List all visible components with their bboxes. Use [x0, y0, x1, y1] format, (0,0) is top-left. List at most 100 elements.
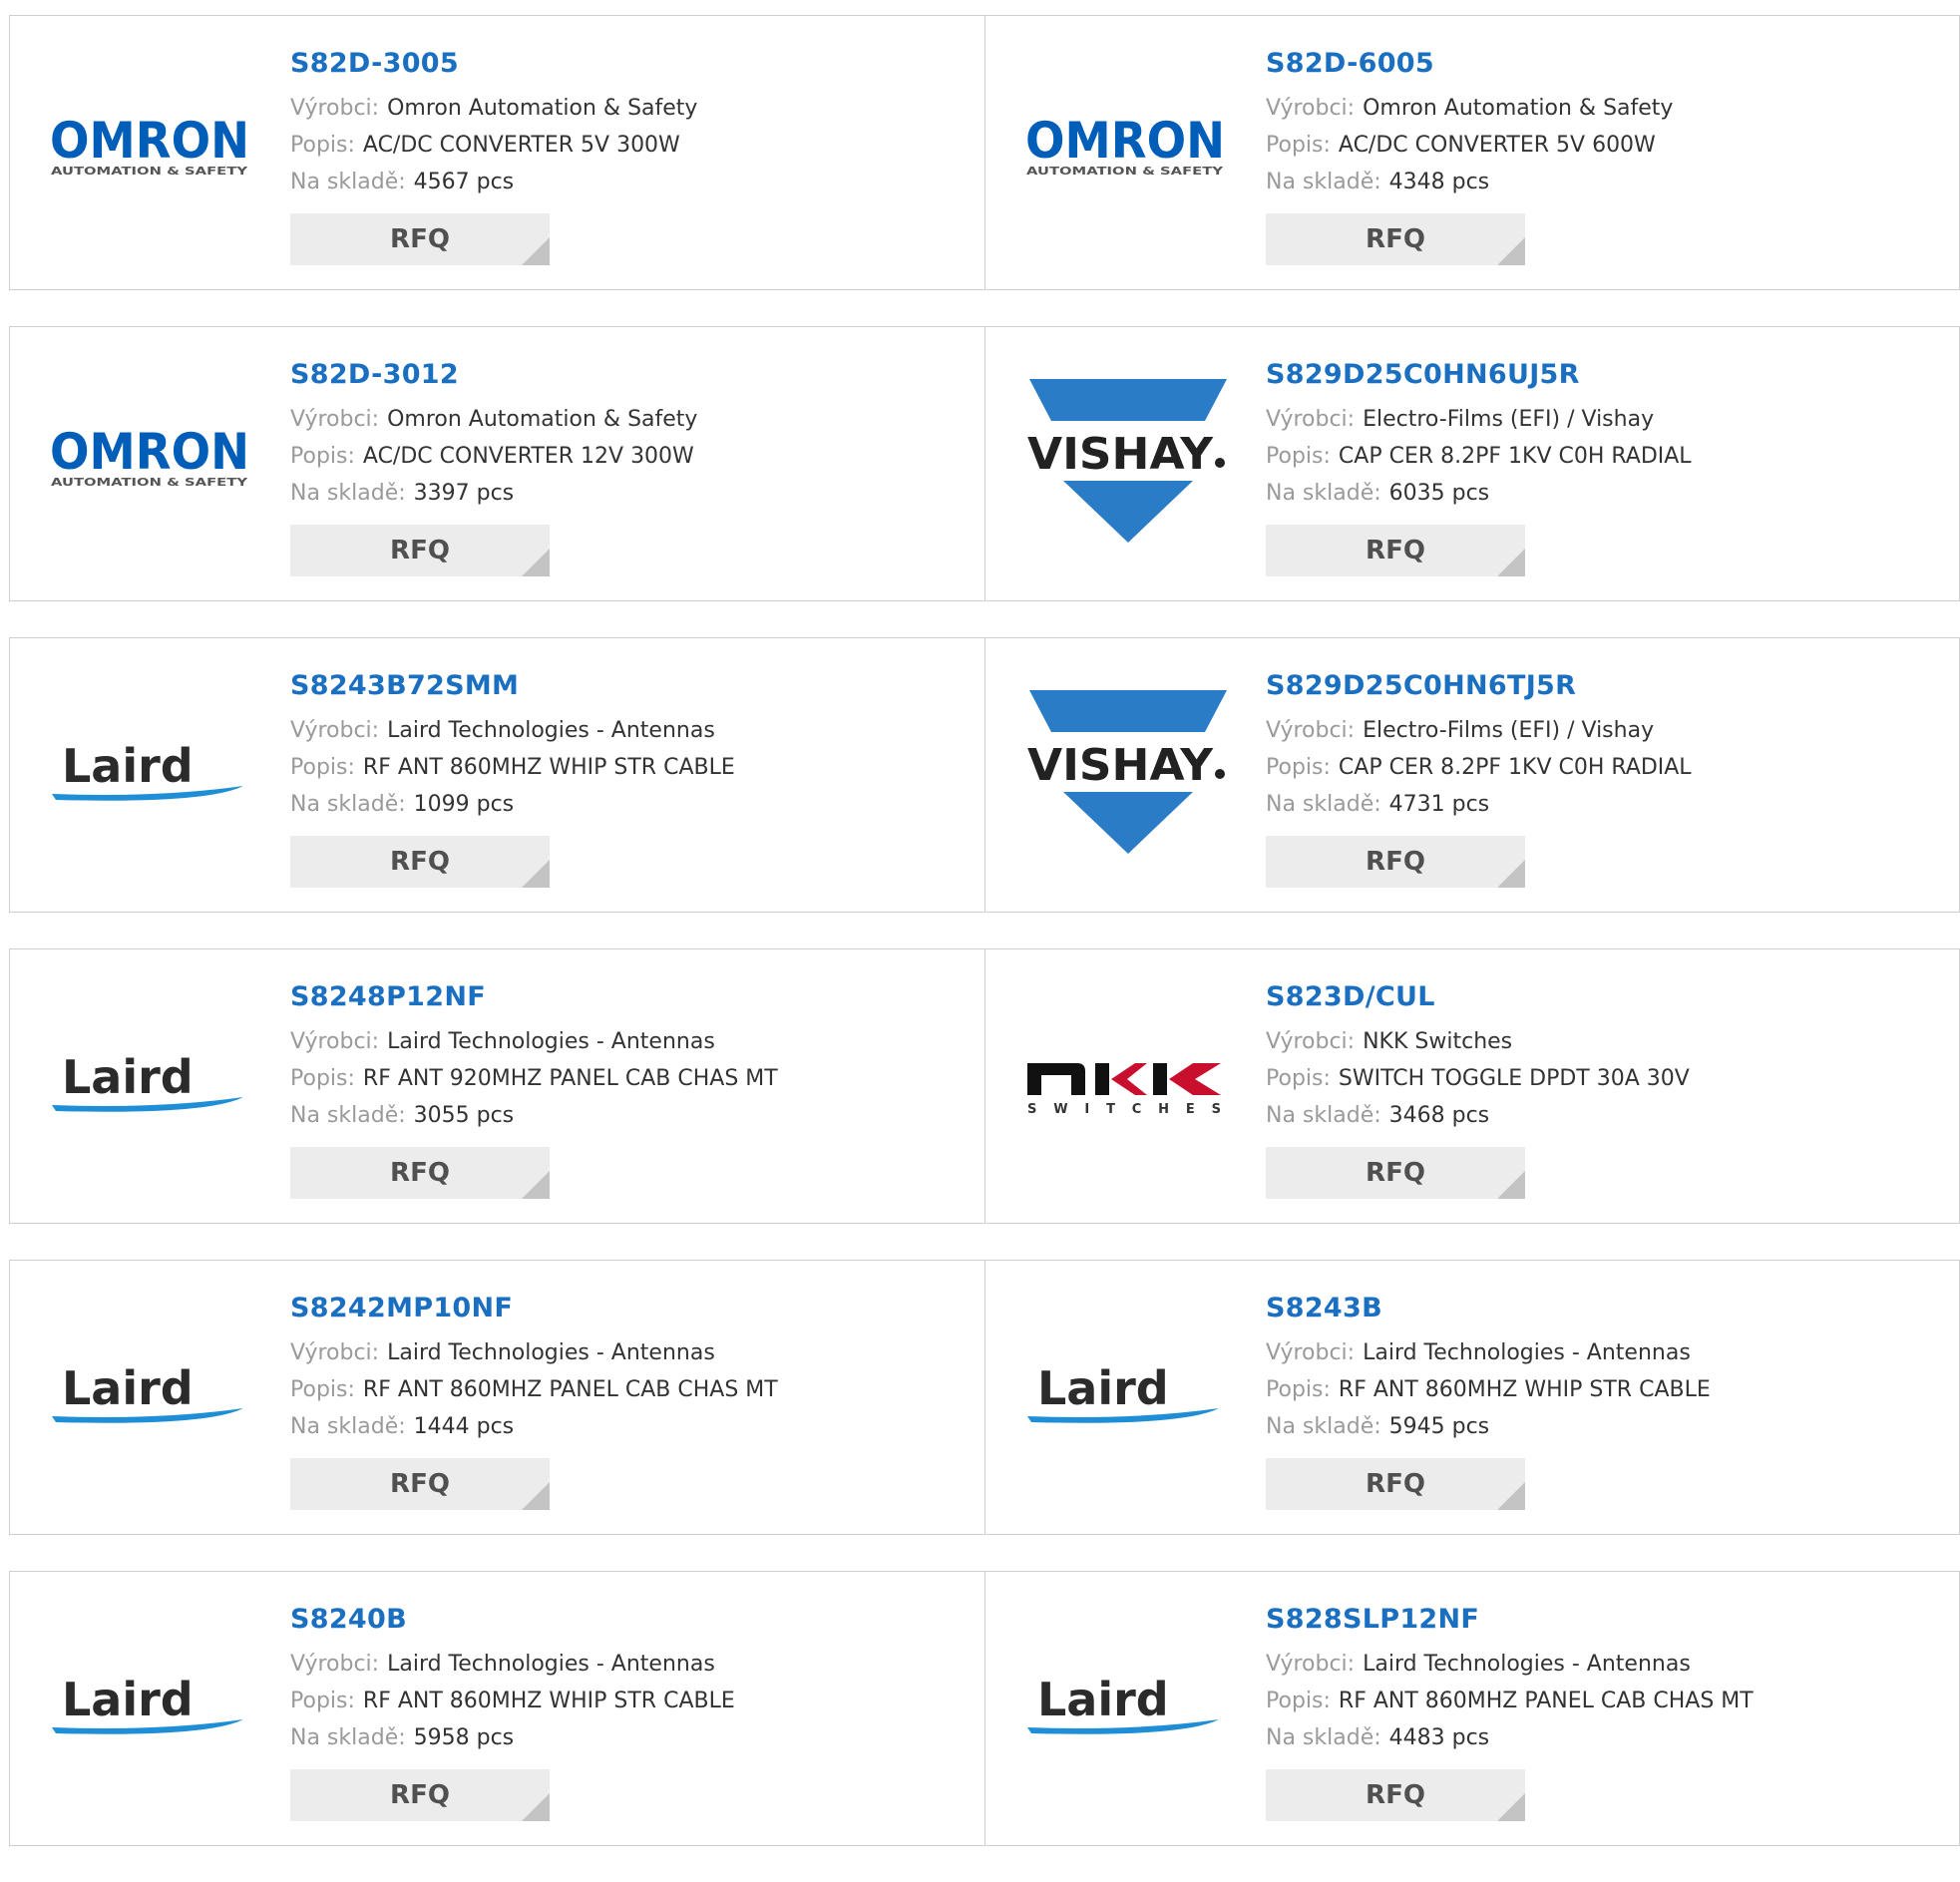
manufacturer-label: Výrobci: [1266, 1029, 1356, 1054]
stock-value: 5945 pcs [1388, 1414, 1490, 1439]
product-card: Laird S8242MP10NF Výrobci: Laird Technologi… [10, 1261, 984, 1534]
manufacturer-line: Výrobci: Electro-Films (EFI) / Vishay [1266, 712, 1692, 749]
description-line: Popis: CAP CER 8.2PF 1KV C0H RADIAL [1266, 749, 1692, 786]
stock-line: Na skladě: 5945 pcs [1266, 1408, 1711, 1445]
product-info: S8248P12NF Výrobci: Laird Technologies - A… [290, 979, 778, 1199]
omron-logo[interactable]: OMRON AUTOMATION & SAFETY [48, 106, 253, 195]
omron-logo-subtext: AUTOMATION & SAFETY [1026, 165, 1224, 178]
rfq-button[interactable]: RFQ [290, 836, 550, 888]
part-number-link[interactable]: S829D25C0HN6UJ5R [1266, 357, 1692, 393]
laird-logo[interactable]: Laird [1023, 1662, 1229, 1751]
corner-triangle-icon [1497, 1171, 1525, 1199]
rfq-label: RFQ [1366, 1780, 1425, 1810]
nkk-logo[interactable]: SWITCHES [1023, 1039, 1229, 1129]
corner-triangle-icon [522, 860, 550, 888]
laird-logo[interactable]: Laird [48, 1039, 253, 1129]
rfq-button[interactable]: RFQ [1266, 1147, 1525, 1199]
manufacturer-value: Electro-Films (EFI) / Vishay [1363, 718, 1655, 743]
stock-value: 3468 pcs [1388, 1103, 1490, 1128]
manufacturer-line: Výrobci: Laird Technologies - Antennas [1266, 1334, 1711, 1371]
stock-line: Na skladě: 4483 pcs [1266, 1719, 1754, 1756]
part-number-link[interactable]: S823D/CUL [1266, 979, 1690, 1015]
vishay-logo[interactable]: VISHAY [1023, 379, 1229, 543]
laird-logo-text: Laird [62, 1673, 194, 1726]
product-row: Laird S8248P12NF Výrobci: Laird Technologie… [9, 948, 1960, 1224]
stock-value: 3397 pcs [413, 481, 515, 506]
manufacturer-label: Výrobci: [290, 1340, 380, 1365]
corner-triangle-icon [1497, 237, 1525, 265]
rfq-button[interactable]: RFQ [290, 525, 550, 576]
description-label: Popis: [1266, 444, 1331, 469]
product-row: Laird S8242MP10NF Výrobci: Laird Technologi… [9, 1260, 1960, 1535]
corner-triangle-icon [522, 1171, 550, 1199]
stock-line: Na skladě: 4567 pcs [290, 164, 697, 200]
description-value: SWITCH TOGGLE DPDT 30A 30V [1338, 1066, 1690, 1091]
description-value: RF ANT 860MHZ WHIP STR CABLE [362, 1689, 735, 1713]
manufacturer-value: Electro-Films (EFI) / Vishay [1363, 407, 1655, 432]
vishay-logo[interactable]: VISHAY [1023, 690, 1229, 854]
product-card: VISHAY S829D25C0HN6TJ5R Výrobci: Electro-Fi… [984, 638, 1959, 912]
rfq-button[interactable]: RFQ [290, 1458, 550, 1510]
part-number-link[interactable]: S82D-3012 [290, 357, 697, 393]
part-number-link[interactable]: S828SLP12NF [1266, 1602, 1754, 1638]
description-line: Popis: AC/DC CONVERTER 5V 600W [1266, 127, 1673, 164]
manufacturer-line: Výrobci: Laird Technologies - Antennas [290, 1023, 778, 1060]
part-number-link[interactable]: S8248P12NF [290, 979, 778, 1015]
rfq-button[interactable]: RFQ [1266, 1769, 1525, 1821]
description-line: Popis: RF ANT 860MHZ PANEL CAB CHAS MT [1266, 1683, 1754, 1719]
rfq-button[interactable]: RFQ [1266, 525, 1525, 576]
laird-logo-text: Laird [62, 1050, 194, 1104]
rfq-button[interactable]: RFQ [290, 213, 550, 265]
laird-logo-text: Laird [1037, 1673, 1169, 1726]
description-value: RF ANT 920MHZ PANEL CAB CHAS MT [362, 1066, 778, 1091]
omron-logo[interactable]: OMRON AUTOMATION & SAFETY [48, 417, 253, 507]
corner-triangle-icon [522, 1482, 550, 1510]
description-label: Popis: [1266, 1689, 1331, 1713]
part-number-link[interactable]: S8243B72SMM [290, 668, 735, 704]
rfq-button[interactable]: RFQ [1266, 1458, 1525, 1510]
omron-logo[interactable]: OMRON AUTOMATION & SAFETY [1023, 106, 1229, 195]
manufacturer-label: Výrobci: [1266, 718, 1356, 743]
stock-label: Na skladě: [290, 1414, 406, 1439]
description-value: RF ANT 860MHZ PANEL CAB CHAS MT [362, 1377, 778, 1402]
corner-triangle-icon [1497, 549, 1525, 576]
description-label: Popis: [290, 1377, 355, 1402]
description-value: CAP CER 8.2PF 1KV C0H RADIAL [1338, 444, 1692, 469]
corner-triangle-icon [522, 549, 550, 576]
part-number-link[interactable]: S82D-3005 [290, 46, 697, 82]
product-card: OMRON AUTOMATION & SAFETY S82D-3012 Výrobci… [10, 327, 984, 600]
manufacturer-line: Výrobci: Electro-Films (EFI) / Vishay [1266, 401, 1692, 438]
manufacturer-value: Laird Technologies - Antennas [387, 1340, 715, 1365]
laird-logo[interactable]: Laird [1023, 1350, 1229, 1440]
rfq-label: RFQ [390, 224, 450, 254]
part-number-link[interactable]: S829D25C0HN6TJ5R [1266, 668, 1692, 704]
laird-logo[interactable]: Laird [48, 1662, 253, 1751]
description-value: AC/DC CONVERTER 12V 300W [362, 444, 694, 469]
part-number-link[interactable]: S8243B [1266, 1291, 1711, 1326]
part-number-link[interactable]: S8242MP10NF [290, 1291, 778, 1326]
laird-logo-text: Laird [62, 1361, 194, 1415]
manufacturer-label: Výrobci: [1266, 96, 1356, 121]
product-info: S8243B72SMM Výrobci: Laird Technologies - … [290, 668, 735, 888]
product-info: S82D-3005 Výrobci: Omron Automation & Safe… [290, 46, 697, 265]
stock-line: Na skladě: 5958 pcs [290, 1719, 735, 1756]
stock-label: Na skladě: [1266, 1725, 1381, 1750]
part-number-link[interactable]: S8240B [290, 1602, 735, 1638]
rfq-button[interactable]: RFQ [1266, 213, 1525, 265]
rfq-button[interactable]: RFQ [1266, 836, 1525, 888]
description-label: Popis: [290, 1689, 355, 1713]
rfq-button[interactable]: RFQ [290, 1147, 550, 1199]
laird-logo[interactable]: Laird [48, 728, 253, 818]
stock-line: Na skladě: 6035 pcs [1266, 475, 1692, 512]
laird-logo[interactable]: Laird [48, 1350, 253, 1440]
stock-label: Na skladě: [1266, 481, 1381, 506]
product-info: S829D25C0HN6TJ5R Výrobci: Electro-Films (E… [1266, 668, 1692, 888]
corner-triangle-icon [522, 1793, 550, 1821]
part-number-link[interactable]: S82D-6005 [1266, 46, 1673, 82]
description-label: Popis: [290, 444, 355, 469]
vishay-logo-text: VISHAY [1027, 429, 1214, 480]
description-label: Popis: [290, 133, 355, 158]
rfq-button[interactable]: RFQ [290, 1769, 550, 1821]
manufacturer-value: Laird Technologies - Antennas [387, 1029, 715, 1054]
product-card: OMRON AUTOMATION & SAFETY S82D-3005 Výrobci… [10, 16, 984, 289]
